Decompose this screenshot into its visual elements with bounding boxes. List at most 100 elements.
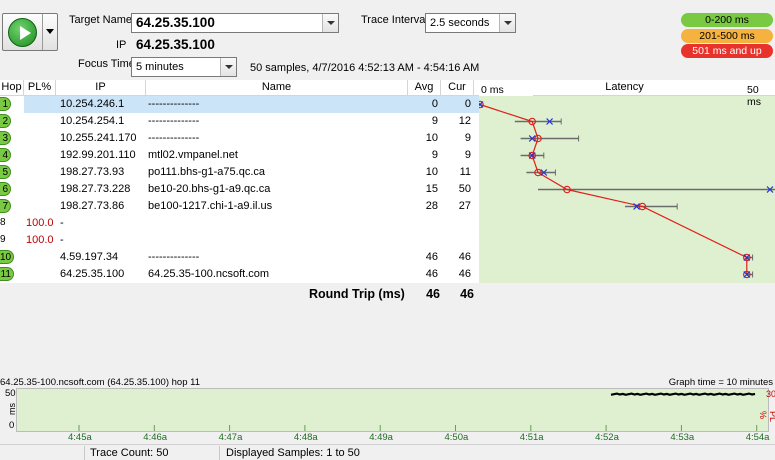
- hop-name: mtl02.vmpanel.net: [148, 149, 238, 161]
- target-name-value: 64.25.35.100: [136, 15, 215, 30]
- latency-chart: 0 ms 50 ms: [479, 80, 775, 283]
- hop-cur: 46: [458, 268, 471, 280]
- round-trip-cur: 46: [460, 287, 474, 301]
- play-icon: [8, 18, 37, 47]
- hop-ip: 198.27.73.86: [60, 200, 125, 212]
- hop-cur: 0: [464, 98, 471, 110]
- target-name-combobox[interactable]: 64.25.35.100: [131, 13, 339, 33]
- timeline-title: 64.25.35-100.ncsoft.com (64.25.35.100) h…: [0, 377, 200, 388]
- hop-number: 3: [0, 131, 11, 145]
- start-trace-button[interactable]: [2, 13, 58, 51]
- hop-number: 9: [0, 234, 6, 245]
- hop-number: 8: [0, 217, 6, 228]
- samples-summary: 50 samples, 4/7/2016 4:52:13 AM - 4:54:1…: [250, 62, 480, 74]
- ip-value: 64.25.35.100: [136, 37, 215, 52]
- column-pl[interactable]: PL%: [24, 80, 56, 96]
- table-row[interactable]: 8 100.0-: [0, 215, 479, 232]
- round-trip-avg: 46: [426, 287, 440, 301]
- legend-mid-latency: 201-500 ms: [681, 29, 773, 43]
- column-ip[interactable]: IP: [56, 80, 146, 96]
- hop-ip: 198.27.73.228: [60, 183, 131, 195]
- trace-interval-label: Trace Interval: [361, 14, 428, 26]
- hop-cur: 11: [459, 166, 471, 178]
- column-cur[interactable]: Cur: [441, 80, 474, 96]
- table-row[interactable]: 2 10.254.254.1 -------------- 9 12: [0, 113, 479, 130]
- table-row[interactable]: 9 100.0-: [0, 232, 479, 249]
- graph-time-label: Graph time = 10 minutes: [668, 377, 773, 388]
- chevron-down-icon[interactable]: [322, 14, 338, 32]
- hop-number: 11: [0, 267, 14, 281]
- hop-name: be100-1217.chi-1-a9.il.us: [148, 200, 273, 212]
- hop-name: be10-20.bhs-g1-a9.qc.ca: [148, 183, 271, 195]
- latency-min-label: 0 ms: [481, 84, 504, 96]
- hop-cur: 9: [464, 132, 471, 144]
- hop-avg: 10: [425, 132, 438, 144]
- table-row[interactable]: 6 198.27.73.228 be10-20.bhs-g1-a9.qc.ca 15 5…: [0, 181, 479, 198]
- hop-number: 6: [0, 182, 11, 196]
- time-tick-label: 4:50a: [444, 432, 469, 443]
- table-row[interactable]: 10 4.59.197.34 -------------- 46 46: [0, 249, 479, 266]
- column-hop[interactable]: Hop: [0, 80, 24, 96]
- table-row[interactable]: 1 10.254.246.1 -------------- 0 0: [0, 96, 479, 113]
- hop-table: 1 10.254.246.1 -------------- 0 0 2 10.254.254…: [0, 96, 479, 283]
- hop-ip: 64.25.35.100: [60, 268, 125, 280]
- hop-number: 1: [0, 97, 11, 111]
- hop-avg: 46: [425, 251, 438, 263]
- trace-interval-value: 2.5 seconds: [430, 17, 490, 29]
- column-avg[interactable]: Avg: [408, 80, 441, 96]
- timeline-graph[interactable]: [16, 388, 769, 432]
- hop-cur: 27: [458, 200, 471, 212]
- time-tick-label: 4:53a: [670, 432, 695, 443]
- hop-number: 5: [0, 165, 11, 179]
- hop-number: 10: [0, 250, 14, 264]
- table-row[interactable]: 3 10.255.241.170 -------------- 10 9: [0, 130, 479, 147]
- round-trip-trace: [610, 392, 756, 396]
- hop-cur: 46: [458, 251, 471, 263]
- trace-interval-select[interactable]: 2.5 seconds: [425, 13, 516, 33]
- hop-ip: 10.254.246.1: [60, 98, 125, 110]
- target-name-label: Target Name: [69, 14, 132, 26]
- time-tick-label: 4:52a: [595, 432, 619, 443]
- hop-number: 7: [0, 199, 11, 213]
- hop-avg: 28: [425, 200, 438, 212]
- hop-ip: 10.255.241.170: [60, 132, 137, 144]
- table-row[interactable]: 7 198.27.73.86 be100-1217.chi-1-a9.il.us 28…: [0, 198, 479, 215]
- round-trip-row: Round Trip (ms) 46 46: [0, 283, 775, 305]
- hop-avg: 10: [425, 166, 438, 178]
- status-bar: Trace Count: 50 Displayed Samples: 1 to …: [0, 444, 775, 460]
- pl-axis-label: PL %: [758, 411, 775, 422]
- time-tick-label: 4:45a: [68, 432, 92, 443]
- hop-avg: 9: [431, 149, 438, 161]
- hop-ip: 198.27.73.93: [60, 166, 125, 178]
- focus-time-select[interactable]: 5 minutes: [131, 57, 237, 77]
- focus-time-label: Focus Time: [78, 58, 135, 70]
- y-axis-zero-label: 0: [9, 420, 15, 431]
- chevron-down-icon[interactable]: [46, 29, 54, 34]
- time-tick-label: 4:46a: [143, 432, 168, 443]
- chevron-down-icon[interactable]: [499, 14, 515, 32]
- hop-name: 64.25.35-100.ncsoft.com: [148, 268, 270, 280]
- hop-packet-loss: 100.0: [26, 234, 54, 246]
- pl-axis-top-label: 30: [766, 389, 775, 399]
- timeline-plot: [78, 392, 758, 431]
- table-row[interactable]: 5 198.27.73.93 po111.bhs-g1-a75.qc.ca 10 11: [0, 164, 479, 181]
- time-tick-label: 4:49a: [369, 432, 393, 443]
- table-row[interactable]: 11 64.25.35.100 64.25.35-100.ncsoft.com 46 4…: [0, 266, 479, 283]
- hop-ip: -: [60, 234, 64, 246]
- ip-label: IP: [116, 39, 127, 51]
- column-name[interactable]: Name: [146, 80, 408, 96]
- round-trip-label: Round Trip (ms): [309, 287, 405, 301]
- hop-avg: 9: [431, 115, 438, 127]
- hop-avg: 46: [425, 268, 438, 280]
- hop-name: --------------: [148, 115, 200, 127]
- chevron-down-icon[interactable]: [220, 58, 236, 76]
- hop-packet-loss: 100.0: [26, 217, 54, 229]
- hop-name: --------------: [148, 251, 200, 263]
- time-tick-label: 4:51a: [519, 432, 544, 443]
- displayed-samples: Displayed Samples: 1 to 50: [226, 447, 360, 459]
- y-axis-top-label: 50: [5, 388, 16, 399]
- legend-high-latency: 501 ms and up: [681, 44, 773, 58]
- hop-ip: 4.59.197.34: [60, 251, 119, 263]
- table-row[interactable]: 4 192.99.201.110 mtl02.vmpanel.net 9 9: [0, 147, 479, 164]
- hop-name: po111.bhs-g1-a75.qc.ca: [148, 166, 266, 178]
